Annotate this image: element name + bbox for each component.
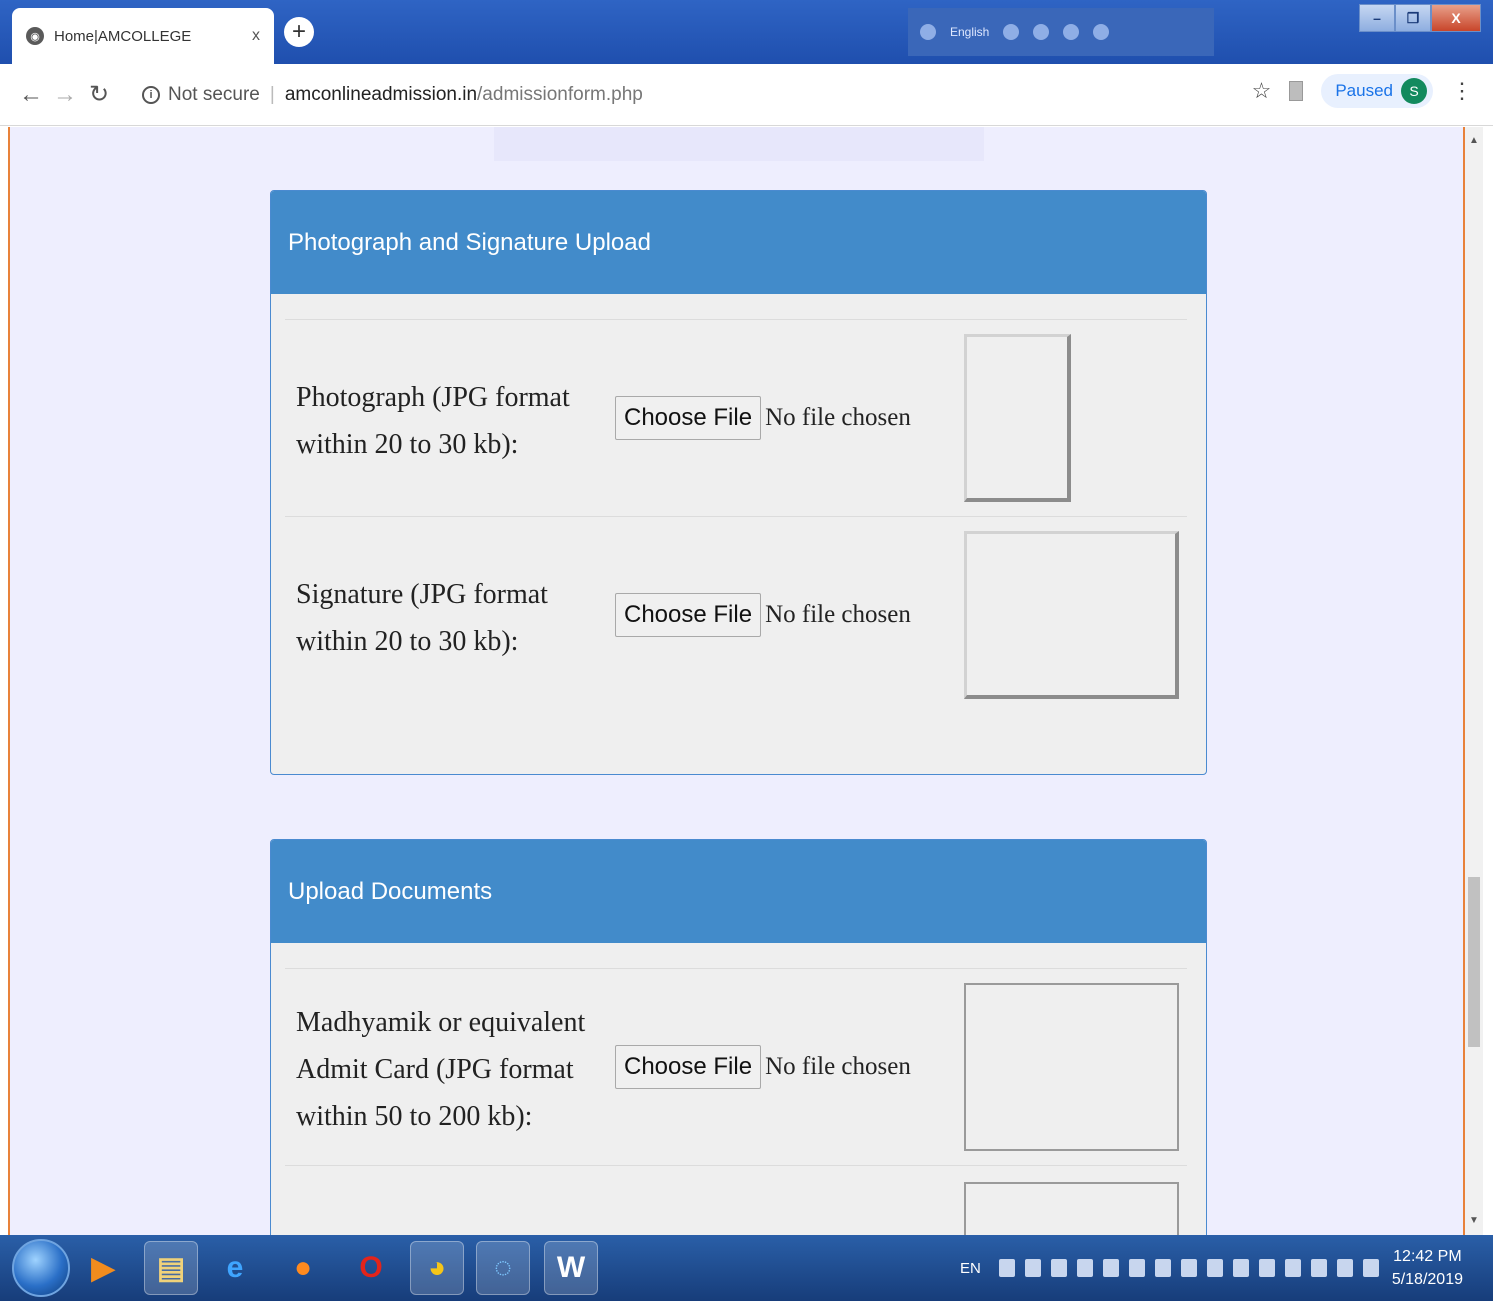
panel-heading: Photograph and Signature Upload (271, 191, 1206, 294)
scroll-down-icon[interactable]: ▼ (1465, 1211, 1483, 1229)
tab-title: Home|AMCOLLEGE (54, 27, 192, 45)
upload-documents-panel: Upload Documents Madhyamik or equivalent… (270, 839, 1207, 1235)
avatar: S (1401, 78, 1427, 104)
photo-file-input[interactable]: Choose File No file chosen (615, 396, 911, 440)
minimize-button[interactable]: – (1359, 4, 1395, 32)
volume-icon[interactable] (1284, 1259, 1301, 1277)
tool-icon[interactable] (1063, 24, 1080, 40)
word-icon[interactable]: W (544, 1241, 598, 1295)
network-icon[interactable] (1232, 1259, 1249, 1277)
battery-icon[interactable] (1258, 1259, 1275, 1277)
language-icon (920, 24, 936, 40)
security-label: Not secure (168, 83, 260, 105)
tool-icon[interactable] (1033, 24, 1050, 40)
file-status: No file chosen (765, 404, 911, 431)
back-icon[interactable]: ← (14, 81, 48, 109)
file-explorer-icon[interactable]: ▤ (144, 1241, 198, 1295)
signature-file-input[interactable]: Choose File No file chosen (615, 593, 911, 637)
address-bar: ← → ↻ i Not secure | amconlineadmission.… (0, 64, 1493, 126)
windows-taskbar: ▶ ▤ e ● O ◕ ◌ W EN 12:42 PM 5/18/2019 (0, 1235, 1493, 1301)
opera-icon[interactable]: O (344, 1241, 398, 1295)
window-controls: – ❐ X (1359, 4, 1481, 32)
tray-icon[interactable] (1024, 1259, 1041, 1277)
next-preview (964, 1182, 1179, 1235)
browser-titlebar: ◉ Home|AMCOLLEGE x + English – ❐ X (0, 0, 1493, 64)
tray-icon[interactable] (1128, 1259, 1145, 1277)
extension-icon[interactable] (1289, 81, 1304, 101)
bluetooth-icon[interactable] (1362, 1259, 1379, 1277)
url-field[interactable]: i Not secure | amconlineadmission.in /ad… (132, 75, 653, 115)
signature-upload-row: Signature (JPG format within 20 to 30 kb… (285, 516, 1187, 756)
firefox-icon[interactable]: ● (276, 1241, 330, 1295)
profile-button[interactable]: Paused S (1321, 74, 1433, 108)
tray-icon[interactable] (1102, 1259, 1119, 1277)
scroll-up-icon[interactable]: ▲ (1465, 131, 1483, 149)
photo-signature-panel: Photograph and Signature Upload Photogra… (270, 190, 1207, 775)
admit-card-upload-row: Madhyamik or equivalent Admit Card (JPG … (285, 968, 1187, 1165)
admit-card-label: Madhyamik or equivalent Admit Card (JPG … (296, 1007, 586, 1132)
clock-date: 5/18/2019 (1391, 1271, 1463, 1288)
choose-file-button[interactable]: Choose File (615, 1045, 762, 1089)
language-bar: English (908, 8, 1214, 56)
profile-status: Paused (1335, 81, 1393, 100)
language-label[interactable]: English (950, 25, 989, 39)
language-indicator[interactable]: EN (960, 1260, 981, 1277)
url-path: /admissionform.php (477, 83, 643, 105)
kebab-menu-icon[interactable]: ⋮ (1451, 78, 1473, 104)
taskbar-clock[interactable]: 12:42 PM 5/18/2019 (1392, 1245, 1463, 1291)
globe-icon: ◉ (26, 27, 44, 45)
browser-tab[interactable]: ◉ Home|AMCOLLEGE x (12, 8, 274, 64)
tray-icon[interactable] (998, 1259, 1015, 1277)
divider: | (269, 83, 275, 105)
help-icon[interactable] (1093, 24, 1110, 40)
maximize-button[interactable]: ❐ (1395, 4, 1431, 32)
forward-icon[interactable]: → (48, 81, 82, 109)
file-status: No file chosen (765, 1053, 911, 1080)
page-viewport: Photograph and Signature Upload Photogra… (8, 127, 1465, 1235)
start-button[interactable] (12, 1239, 70, 1297)
photo-preview (964, 334, 1071, 502)
admit-card-preview (964, 983, 1179, 1151)
scroll-thumb[interactable] (1468, 877, 1480, 1047)
url-host: amconlineadmission.in (284, 83, 478, 105)
flag-icon[interactable] (1336, 1259, 1353, 1277)
panel-heading: Upload Documents (271, 840, 1206, 943)
tray-icon[interactable] (1050, 1259, 1067, 1277)
tab-close-button[interactable]: x (252, 27, 260, 45)
tray-icon[interactable] (1076, 1259, 1093, 1277)
tray-icon[interactable] (1206, 1259, 1223, 1277)
toolbar-actions: ☆ Paused S ⋮ (1252, 74, 1473, 108)
page-scrollbar[interactable]: ▲ ▼ (1465, 127, 1483, 1235)
signature-label: Signature (JPG format within 20 to 30 kb… (296, 579, 548, 657)
chrome-icon[interactable]: ◕ (410, 1241, 464, 1295)
system-tray: EN (960, 1235, 1379, 1301)
media-player-icon[interactable]: ▶ (76, 1241, 130, 1295)
next-upload-row (285, 1165, 1187, 1235)
clock-time: 12:42 PM (1393, 1248, 1462, 1265)
tool-icon[interactable] (1003, 24, 1020, 40)
tray-icon[interactable] (1180, 1259, 1197, 1277)
internet-explorer-icon[interactable]: e (208, 1241, 262, 1295)
new-tab-button[interactable]: + (284, 17, 314, 47)
file-status: No file chosen (765, 601, 911, 628)
browser-icon[interactable]: ◌ (476, 1241, 530, 1295)
reload-icon[interactable]: ↻ (82, 80, 116, 109)
close-window-button[interactable]: X (1431, 4, 1481, 32)
photo-label: Photograph (JPG format within 20 to 30 k… (296, 382, 570, 460)
tray-icon[interactable] (1154, 1259, 1171, 1277)
tray-icon[interactable] (1310, 1259, 1327, 1277)
photo-upload-row: Photograph (JPG format within 20 to 30 k… (285, 319, 1187, 516)
admit-card-file-input[interactable]: Choose File No file chosen (615, 1045, 911, 1089)
info-icon[interactable]: i (142, 85, 160, 104)
bookmark-star-icon[interactable]: ☆ (1252, 78, 1272, 104)
choose-file-button[interactable]: Choose File (615, 593, 762, 637)
signature-preview (964, 531, 1179, 699)
choose-file-button[interactable]: Choose File (615, 396, 762, 440)
top-strip (494, 127, 984, 161)
